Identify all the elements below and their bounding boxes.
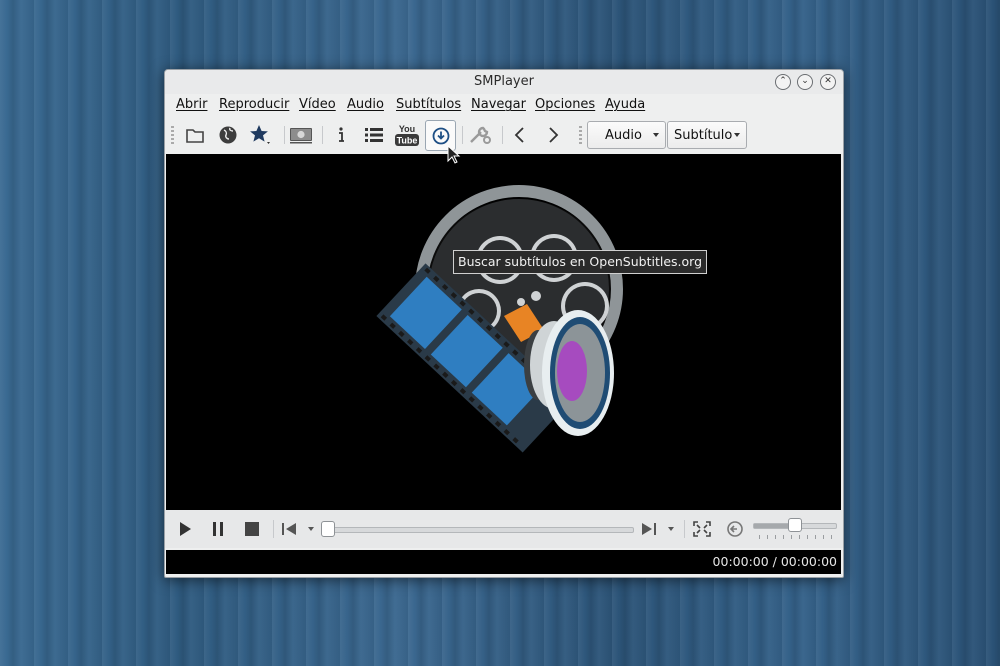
- toolbar-grip[interactable]: [171, 126, 174, 144]
- open-url-button[interactable]: [213, 120, 243, 150]
- menu-bar: Abrir Reproducir Vídeo Audio Subtítulos …: [165, 94, 843, 116]
- close-icon[interactable]: ✕: [820, 74, 836, 90]
- preferences-tools-icon: [470, 126, 491, 144]
- info-icon: [339, 127, 344, 142]
- chevron-down-icon: [734, 133, 740, 137]
- menu-video[interactable]: Vídeo: [299, 97, 336, 112]
- open-file-button[interactable]: [180, 120, 210, 150]
- back-button[interactable]: [505, 120, 535, 150]
- previous-button[interactable]: [281, 519, 317, 539]
- youtube-label-bottom: Tube: [397, 136, 418, 146]
- folder-icon: [186, 129, 204, 143]
- playlist-icon: [365, 128, 383, 142]
- forward-arrow-icon: [549, 127, 559, 143]
- time-display: 00:00:00 / 00:00:00: [712, 554, 837, 569]
- forward-button[interactable]: [538, 120, 568, 150]
- fullscreen-icon: [693, 521, 711, 537]
- menu-abrir[interactable]: Abrir: [176, 97, 207, 112]
- next-button[interactable]: [639, 519, 677, 539]
- smplayer-window: SMPlayer ⌃ ⌄ ✕ Abrir Reproducir Vídeo Au…: [164, 69, 844, 578]
- mute-icon: [727, 521, 743, 537]
- keep-above-icon[interactable]: ⌃: [775, 74, 791, 90]
- youtube-label-top: You: [399, 124, 415, 134]
- smplayer-logo: [376, 185, 623, 453]
- video-area[interactable]: Buscar subtítulos en OpenSubtitles.org: [166, 154, 841, 510]
- favorites-button[interactable]: [246, 120, 276, 150]
- menu-opciones[interactable]: Opciones: [535, 97, 595, 112]
- screenshot-icon: [290, 128, 312, 144]
- play-icon: [180, 522, 191, 536]
- menu-subtitulos[interactable]: Subtítulos: [396, 97, 461, 112]
- mute-button[interactable]: [725, 519, 745, 539]
- subtitle-track-combo[interactable]: Subtítulo: [667, 121, 747, 149]
- pause-icon: [213, 522, 223, 536]
- menu-audio[interactable]: Audio: [347, 97, 384, 112]
- window-title: SMPlayer: [474, 74, 534, 89]
- pause-button[interactable]: [208, 519, 228, 539]
- stop-icon: [245, 522, 259, 536]
- playlist-button[interactable]: [359, 120, 389, 150]
- previous-icon: [282, 523, 314, 535]
- volume-handle[interactable]: [788, 518, 802, 532]
- menu-reproducir[interactable]: Reproducir: [219, 97, 289, 112]
- main-toolbar: You Tube Audio Subtítulo: [165, 116, 843, 154]
- favorites-star-icon: [250, 125, 270, 144]
- playback-controls: [165, 510, 843, 548]
- download-subtitles-icon: [432, 127, 449, 144]
- youtube-button[interactable]: You Tube: [392, 120, 422, 150]
- preferences-button[interactable]: [465, 120, 495, 150]
- volume-ticks: [759, 535, 833, 539]
- youtube-icon: You Tube: [395, 124, 419, 146]
- audio-combo-label: Audio: [605, 127, 642, 143]
- mouse-cursor: [447, 145, 461, 164]
- stop-button[interactable]: [242, 519, 262, 539]
- subtitle-combo-label: Subtítulo: [674, 127, 733, 143]
- chevron-down-icon: [653, 133, 659, 137]
- play-button[interactable]: [175, 519, 195, 539]
- seek-handle[interactable]: [321, 521, 335, 537]
- info-button[interactable]: [326, 120, 356, 150]
- back-arrow-icon: [514, 127, 524, 143]
- toolbar-grip-2[interactable]: [579, 126, 582, 144]
- seek-bar[interactable]: [327, 527, 634, 533]
- title-bar[interactable]: SMPlayer ⌃ ⌄ ✕: [165, 70, 843, 94]
- next-icon: [642, 523, 674, 535]
- status-bar: 00:00:00 / 00:00:00: [166, 550, 841, 574]
- screenshot-button[interactable]: [286, 120, 316, 150]
- tooltip-download-subtitles: Buscar subtítulos en OpenSubtitles.org: [453, 250, 708, 274]
- globe-icon: [219, 126, 237, 144]
- minimize-icon[interactable]: ⌄: [797, 74, 813, 90]
- menu-ayuda[interactable]: Ayuda: [605, 97, 645, 112]
- audio-track-combo[interactable]: Audio: [587, 121, 666, 149]
- menu-navegar[interactable]: Navegar: [471, 97, 526, 112]
- fullscreen-button[interactable]: [692, 519, 712, 539]
